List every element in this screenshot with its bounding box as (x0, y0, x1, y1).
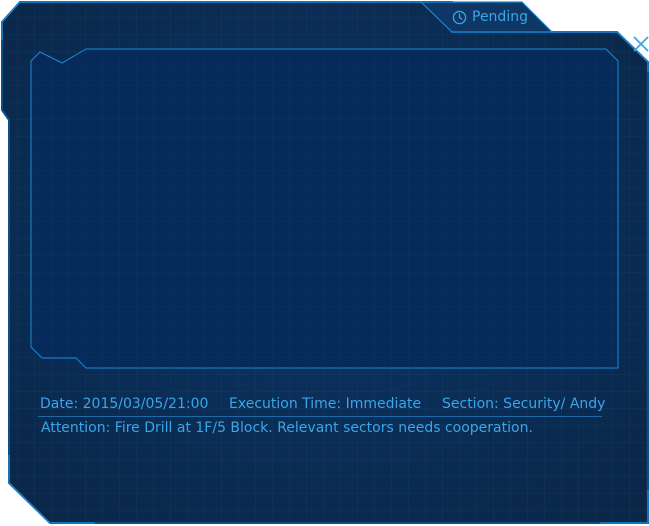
clock-icon (452, 10, 467, 24)
notice-dialog: Pending Date: 2015/03/05/21:00 Execution… (0, 0, 649, 526)
tab-label: Pending (472, 9, 528, 25)
dialog-frame (1, 1, 649, 524)
notice-meta: Date: 2015/03/05/21:00 Execution Time: I… (40, 396, 606, 416)
notice-date: Date: 2015/03/05/21:00 (40, 396, 209, 412)
notice-attention: Attention: Fire Drill at 1F/5 Block. Rel… (41, 420, 533, 436)
close-icon[interactable] (631, 34, 649, 54)
notice-section: Section: Security/ Andy (442, 396, 606, 412)
notice-execution-time: Execution Time: Immediate (229, 396, 422, 412)
tab-pending[interactable]: Pending (452, 7, 528, 27)
meta-divider (38, 416, 602, 417)
